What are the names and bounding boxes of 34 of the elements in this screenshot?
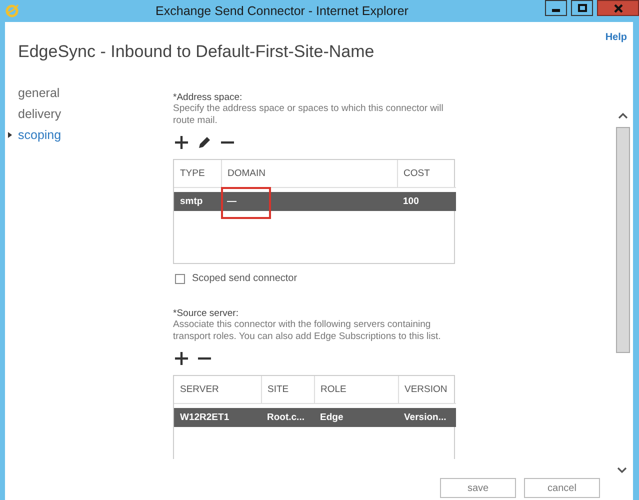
- table-cell: Version...: [404, 412, 446, 423]
- scroll-up-icon[interactable]: [618, 112, 628, 119]
- save-button[interactable]: save: [440, 478, 516, 498]
- pencil-icon[interactable]: [198, 136, 211, 148]
- nav-item[interactable]: general: [18, 86, 60, 100]
- browser-icon: [5, 4, 19, 18]
- help-link[interactable]: Help: [605, 32, 627, 43]
- maximize-icon: [578, 4, 586, 12]
- window-title: Exchange Send Connector - Internet Explorer: [154, 4, 410, 18]
- table-cell: Edge: [320, 412, 344, 423]
- section-label: *Source server:: [173, 308, 240, 319]
- section-description: Specify the address space or spaces to which this connector will route mail.: [173, 103, 444, 127]
- minimize-button[interactable]: [545, 0, 567, 16]
- checkbox[interactable]: [175, 274, 185, 284]
- checkbox-label: Scoped send connector: [192, 273, 298, 284]
- table-cell: Root.c...: [267, 412, 304, 423]
- table-cell: 100: [403, 196, 419, 207]
- section-description: Associate this connector with the following servers containing transport roles. You can also add Edge Subscriptions to this list.: [173, 319, 442, 343]
- table-cell: —: [227, 196, 236, 207]
- selection-arrow-icon: [8, 132, 12, 138]
- close-button[interactable]: [597, 0, 639, 16]
- add-icon[interactable]: [175, 352, 188, 364]
- add-icon[interactable]: [175, 136, 188, 148]
- page-heading: EdgeSync - Inbound to Default-First-Site-Name: [18, 42, 376, 63]
- scrollbar-thumb[interactable]: [616, 127, 630, 353]
- nav-item[interactable]: delivery: [18, 107, 62, 121]
- close-icon: [614, 4, 622, 12]
- table-cell: smtp: [180, 196, 203, 207]
- nav-item[interactable]: scoping: [18, 128, 62, 142]
- table-cell: W12R2ET1: [180, 412, 230, 423]
- maximize-button[interactable]: [571, 0, 593, 16]
- cancel-button[interactable]: cancel: [524, 478, 600, 498]
- section-label: *Address space:: [173, 92, 244, 103]
- scroll-down-icon[interactable]: [617, 467, 627, 474]
